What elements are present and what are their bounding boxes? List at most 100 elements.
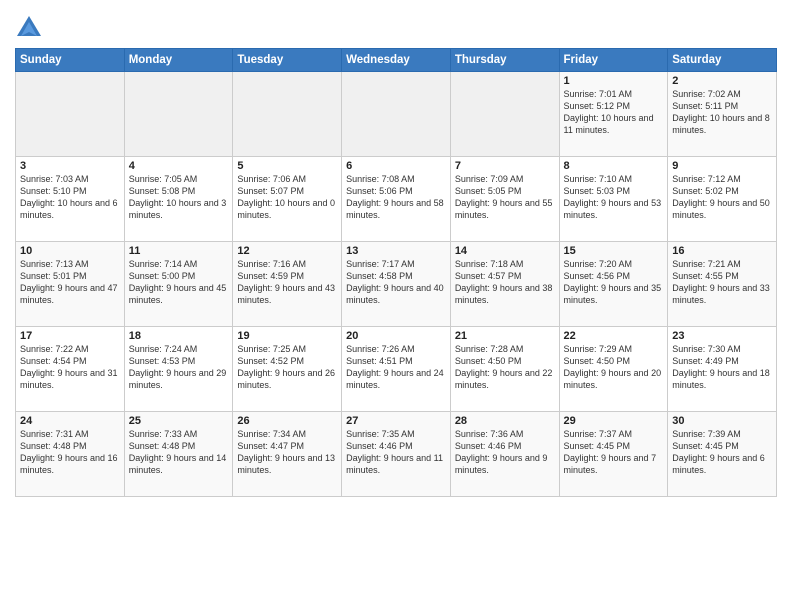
calendar-cell: 7Sunrise: 7:09 AM Sunset: 5:05 PM Daylig… (450, 157, 559, 242)
weekday-header-tuesday: Tuesday (233, 49, 342, 72)
day-number: 3 (20, 160, 120, 172)
day-number: 2 (672, 75, 772, 87)
weekday-header-wednesday: Wednesday (342, 49, 451, 72)
calendar-cell: 26Sunrise: 7:34 AM Sunset: 4:47 PM Dayli… (233, 412, 342, 497)
day-info: Sunrise: 7:03 AM Sunset: 5:10 PM Dayligh… (20, 173, 120, 222)
calendar-cell: 9Sunrise: 7:12 AM Sunset: 5:02 PM Daylig… (668, 157, 777, 242)
day-info: Sunrise: 7:35 AM Sunset: 4:46 PM Dayligh… (346, 428, 446, 477)
day-number: 18 (129, 330, 229, 342)
day-number: 19 (237, 330, 337, 342)
day-info: Sunrise: 7:09 AM Sunset: 5:05 PM Dayligh… (455, 173, 555, 222)
day-number: 12 (237, 245, 337, 257)
calendar-cell: 4Sunrise: 7:05 AM Sunset: 5:08 PM Daylig… (124, 157, 233, 242)
calendar-week-2: 3Sunrise: 7:03 AM Sunset: 5:10 PM Daylig… (16, 157, 777, 242)
day-number: 25 (129, 415, 229, 427)
calendar-cell: 19Sunrise: 7:25 AM Sunset: 4:52 PM Dayli… (233, 327, 342, 412)
day-info: Sunrise: 7:22 AM Sunset: 4:54 PM Dayligh… (20, 343, 120, 392)
day-info: Sunrise: 7:12 AM Sunset: 5:02 PM Dayligh… (672, 173, 772, 222)
day-number: 29 (564, 415, 664, 427)
day-number: 4 (129, 160, 229, 172)
calendar-cell: 27Sunrise: 7:35 AM Sunset: 4:46 PM Dayli… (342, 412, 451, 497)
calendar-cell: 2Sunrise: 7:02 AM Sunset: 5:11 PM Daylig… (668, 72, 777, 157)
calendar-header: SundayMondayTuesdayWednesdayThursdayFrid… (16, 49, 777, 72)
day-info: Sunrise: 7:21 AM Sunset: 4:55 PM Dayligh… (672, 258, 772, 307)
calendar-cell: 30Sunrise: 7:39 AM Sunset: 4:45 PM Dayli… (668, 412, 777, 497)
day-info: Sunrise: 7:33 AM Sunset: 4:48 PM Dayligh… (129, 428, 229, 477)
calendar-cell: 13Sunrise: 7:17 AM Sunset: 4:58 PM Dayli… (342, 242, 451, 327)
weekday-header-sunday: Sunday (16, 49, 125, 72)
day-number: 9 (672, 160, 772, 172)
calendar-cell (450, 72, 559, 157)
calendar-cell: 14Sunrise: 7:18 AM Sunset: 4:57 PM Dayli… (450, 242, 559, 327)
day-info: Sunrise: 7:24 AM Sunset: 4:53 PM Dayligh… (129, 343, 229, 392)
calendar-cell: 23Sunrise: 7:30 AM Sunset: 4:49 PM Dayli… (668, 327, 777, 412)
day-number: 27 (346, 415, 446, 427)
day-info: Sunrise: 7:30 AM Sunset: 4:49 PM Dayligh… (672, 343, 772, 392)
weekday-header-thursday: Thursday (450, 49, 559, 72)
day-info: Sunrise: 7:25 AM Sunset: 4:52 PM Dayligh… (237, 343, 337, 392)
day-number: 1 (564, 75, 664, 87)
day-number: 7 (455, 160, 555, 172)
calendar-cell: 3Sunrise: 7:03 AM Sunset: 5:10 PM Daylig… (16, 157, 125, 242)
day-info: Sunrise: 7:06 AM Sunset: 5:07 PM Dayligh… (237, 173, 337, 222)
calendar-cell (124, 72, 233, 157)
day-number: 15 (564, 245, 664, 257)
day-number: 17 (20, 330, 120, 342)
day-number: 8 (564, 160, 664, 172)
day-number: 24 (20, 415, 120, 427)
calendar-table: SundayMondayTuesdayWednesdayThursdayFrid… (15, 48, 777, 497)
calendar-week-3: 10Sunrise: 7:13 AM Sunset: 5:01 PM Dayli… (16, 242, 777, 327)
day-number: 16 (672, 245, 772, 257)
day-number: 11 (129, 245, 229, 257)
calendar-cell: 1Sunrise: 7:01 AM Sunset: 5:12 PM Daylig… (559, 72, 668, 157)
day-info: Sunrise: 7:39 AM Sunset: 4:45 PM Dayligh… (672, 428, 772, 477)
day-info: Sunrise: 7:05 AM Sunset: 5:08 PM Dayligh… (129, 173, 229, 222)
day-number: 14 (455, 245, 555, 257)
calendar-cell: 12Sunrise: 7:16 AM Sunset: 4:59 PM Dayli… (233, 242, 342, 327)
logo (15, 14, 47, 42)
calendar-body: 1Sunrise: 7:01 AM Sunset: 5:12 PM Daylig… (16, 72, 777, 497)
weekday-header-monday: Monday (124, 49, 233, 72)
calendar-cell: 24Sunrise: 7:31 AM Sunset: 4:48 PM Dayli… (16, 412, 125, 497)
calendar-cell: 15Sunrise: 7:20 AM Sunset: 4:56 PM Dayli… (559, 242, 668, 327)
calendar-cell: 20Sunrise: 7:26 AM Sunset: 4:51 PM Dayli… (342, 327, 451, 412)
day-info: Sunrise: 7:13 AM Sunset: 5:01 PM Dayligh… (20, 258, 120, 307)
calendar-cell (16, 72, 125, 157)
day-number: 21 (455, 330, 555, 342)
calendar-cell: 10Sunrise: 7:13 AM Sunset: 5:01 PM Dayli… (16, 242, 125, 327)
day-number: 30 (672, 415, 772, 427)
weekday-header-friday: Friday (559, 49, 668, 72)
calendar-cell (342, 72, 451, 157)
calendar-cell: 22Sunrise: 7:29 AM Sunset: 4:50 PM Dayli… (559, 327, 668, 412)
day-number: 5 (237, 160, 337, 172)
day-info: Sunrise: 7:08 AM Sunset: 5:06 PM Dayligh… (346, 173, 446, 222)
calendar-cell: 16Sunrise: 7:21 AM Sunset: 4:55 PM Dayli… (668, 242, 777, 327)
day-info: Sunrise: 7:31 AM Sunset: 4:48 PM Dayligh… (20, 428, 120, 477)
day-number: 26 (237, 415, 337, 427)
day-info: Sunrise: 7:10 AM Sunset: 5:03 PM Dayligh… (564, 173, 664, 222)
calendar-cell: 17Sunrise: 7:22 AM Sunset: 4:54 PM Dayli… (16, 327, 125, 412)
day-info: Sunrise: 7:34 AM Sunset: 4:47 PM Dayligh… (237, 428, 337, 477)
day-info: Sunrise: 7:14 AM Sunset: 5:00 PM Dayligh… (129, 258, 229, 307)
logo-icon (15, 14, 43, 42)
calendar-cell: 18Sunrise: 7:24 AM Sunset: 4:53 PM Dayli… (124, 327, 233, 412)
day-info: Sunrise: 7:26 AM Sunset: 4:51 PM Dayligh… (346, 343, 446, 392)
day-number: 10 (20, 245, 120, 257)
calendar-week-5: 24Sunrise: 7:31 AM Sunset: 4:48 PM Dayli… (16, 412, 777, 497)
day-info: Sunrise: 7:28 AM Sunset: 4:50 PM Dayligh… (455, 343, 555, 392)
day-number: 6 (346, 160, 446, 172)
day-number: 20 (346, 330, 446, 342)
header (15, 10, 777, 42)
day-info: Sunrise: 7:36 AM Sunset: 4:46 PM Dayligh… (455, 428, 555, 477)
calendar-cell: 21Sunrise: 7:28 AM Sunset: 4:50 PM Dayli… (450, 327, 559, 412)
calendar-cell: 28Sunrise: 7:36 AM Sunset: 4:46 PM Dayli… (450, 412, 559, 497)
calendar-week-4: 17Sunrise: 7:22 AM Sunset: 4:54 PM Dayli… (16, 327, 777, 412)
calendar-cell: 6Sunrise: 7:08 AM Sunset: 5:06 PM Daylig… (342, 157, 451, 242)
day-info: Sunrise: 7:18 AM Sunset: 4:57 PM Dayligh… (455, 258, 555, 307)
calendar-week-1: 1Sunrise: 7:01 AM Sunset: 5:12 PM Daylig… (16, 72, 777, 157)
day-info: Sunrise: 7:29 AM Sunset: 4:50 PM Dayligh… (564, 343, 664, 392)
weekday-header-saturday: Saturday (668, 49, 777, 72)
day-info: Sunrise: 7:37 AM Sunset: 4:45 PM Dayligh… (564, 428, 664, 477)
day-info: Sunrise: 7:17 AM Sunset: 4:58 PM Dayligh… (346, 258, 446, 307)
day-number: 23 (672, 330, 772, 342)
